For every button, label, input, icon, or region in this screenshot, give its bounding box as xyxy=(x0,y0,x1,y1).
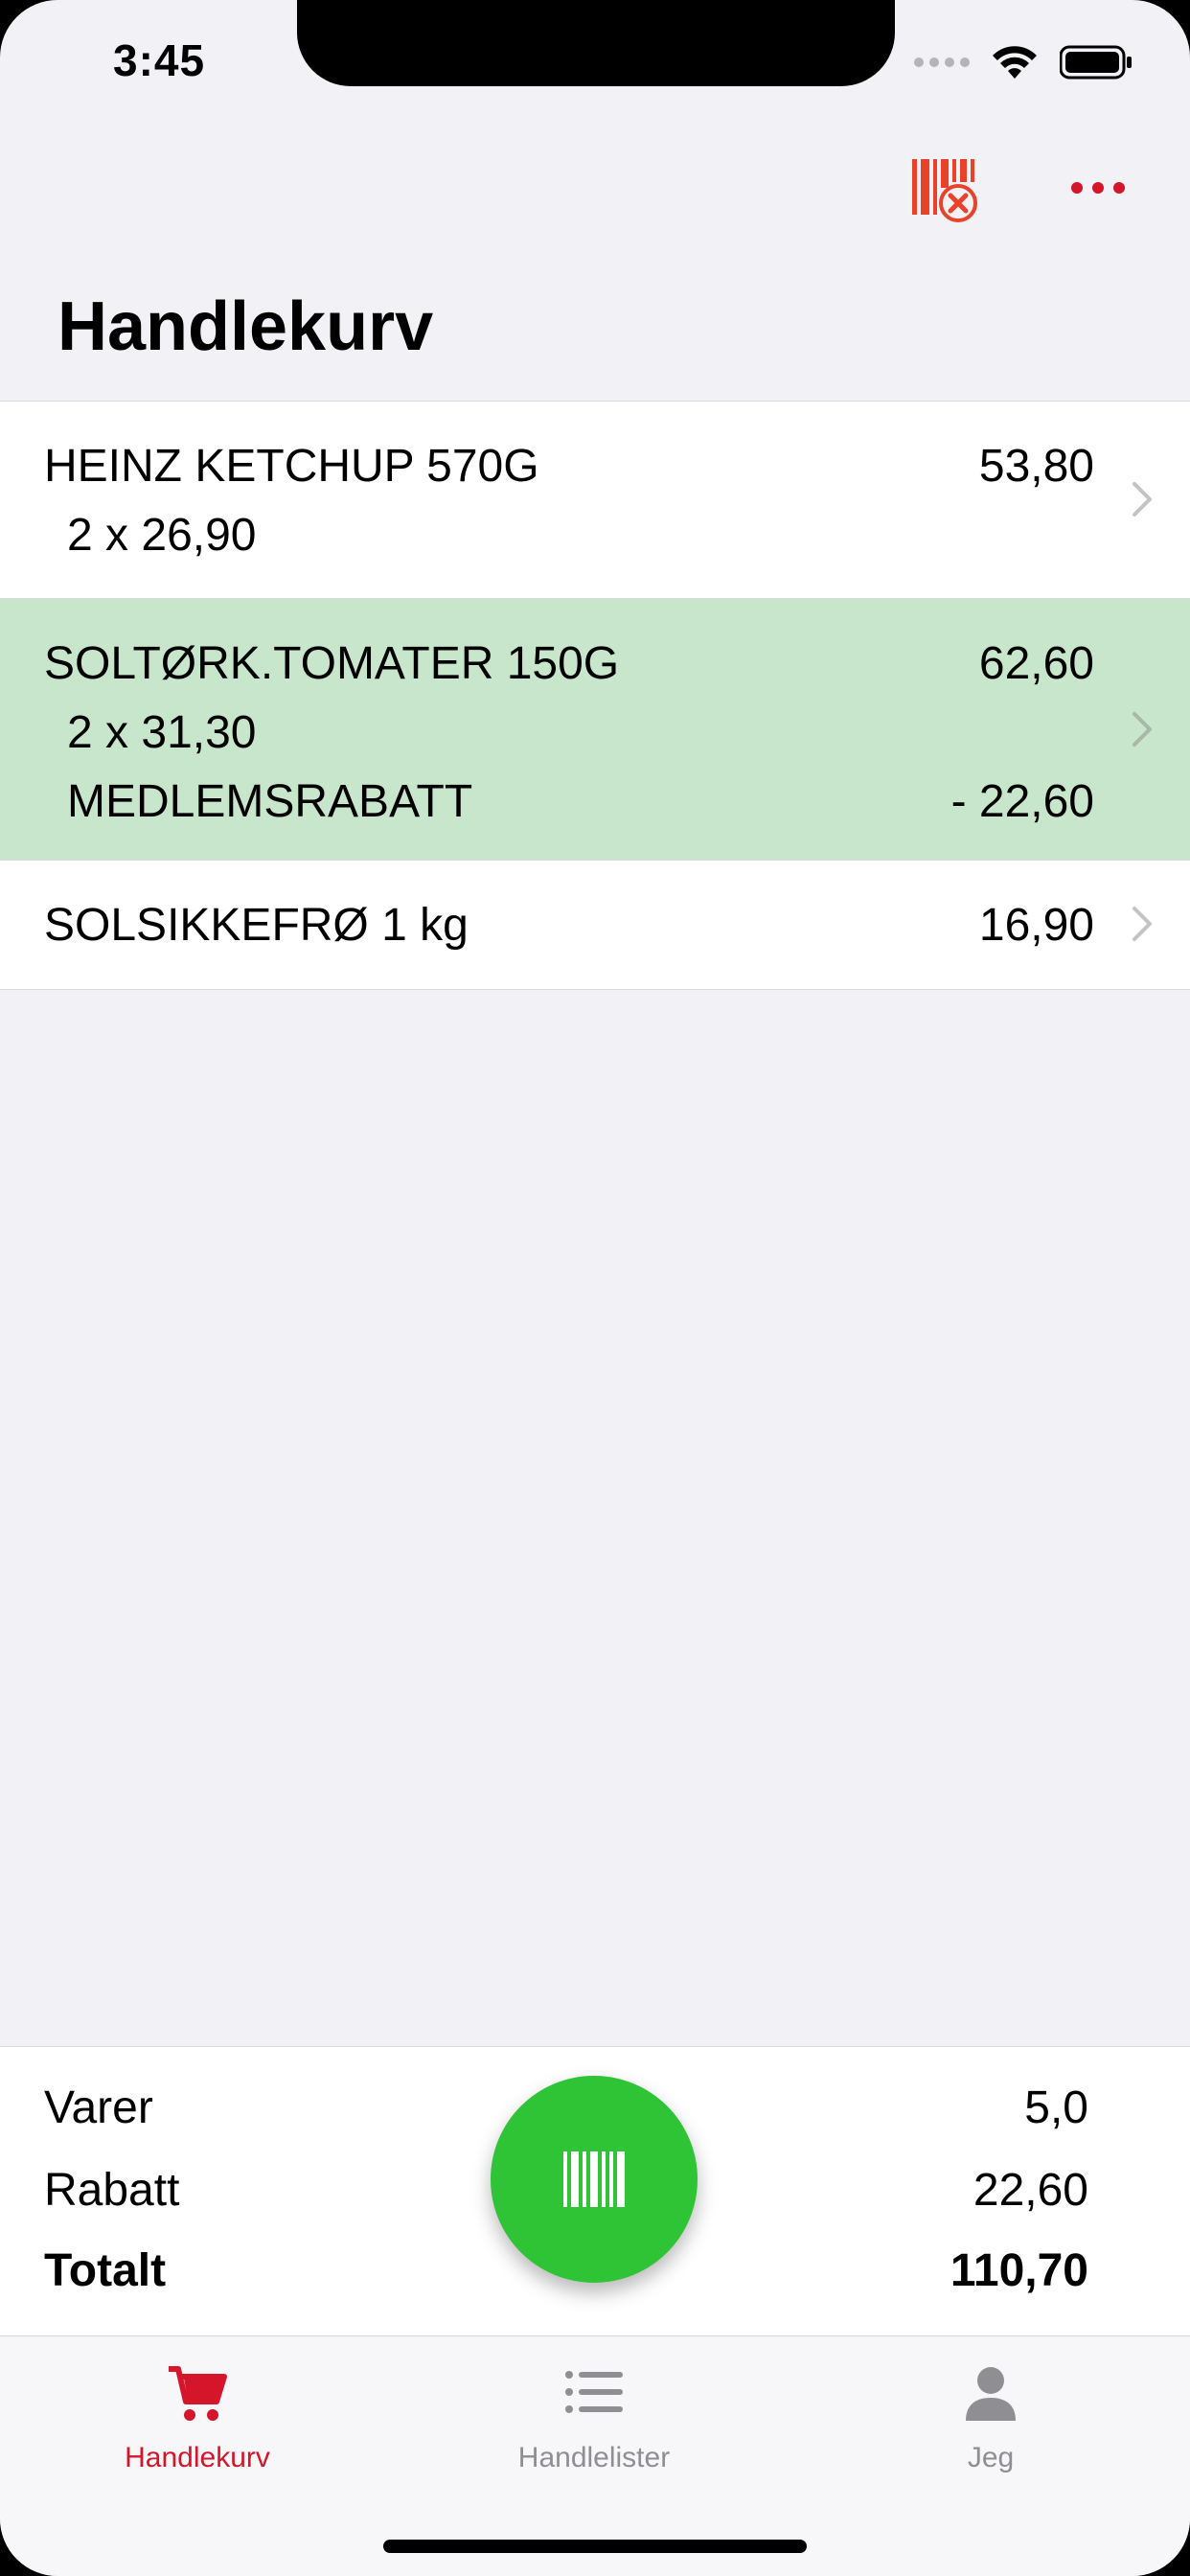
status-time: 3:45 xyxy=(113,35,206,85)
total-label: Totalt xyxy=(44,2245,167,2296)
page-title: Handlekurv xyxy=(57,288,434,365)
app-screen: 3:45 Handlekurv HEINZ KETCHUP 570G 53,80… xyxy=(0,0,1190,2576)
discount-value: 22,60 xyxy=(973,2165,1088,2216)
device-notch xyxy=(297,0,895,86)
item-price: 53,80 xyxy=(978,441,1094,492)
cart-icon xyxy=(169,2366,227,2421)
barcode-icon xyxy=(563,2151,625,2207)
item-price: 62,60 xyxy=(978,638,1094,689)
chevron-right-icon xyxy=(1133,712,1152,747)
cart-item[interactable]: SOLTØRK.TOMATER 150G 62,60 2 x 31,30 MED… xyxy=(0,599,1190,861)
item-name: SOLTØRK.TOMATER 150G xyxy=(44,638,620,689)
cart-item[interactable]: SOLSIKKEFRØ 1 kg 16,90 xyxy=(0,861,1190,989)
battery-icon xyxy=(1060,45,1132,80)
cart-list: HEINZ KETCHUP 570G 53,80 2 x 26,90 SOLTØ… xyxy=(0,401,1190,990)
cart-item[interactable]: HEINZ KETCHUP 570G 53,80 2 x 26,90 xyxy=(0,402,1190,599)
item-quantity: 2 x 31,30 xyxy=(67,707,257,758)
chevron-right-icon xyxy=(1133,907,1152,941)
item-name: HEINZ KETCHUP 570G xyxy=(44,441,539,492)
tab-handlekurv[interactable]: Handlekurv xyxy=(54,2336,341,2480)
list-icon xyxy=(565,2371,623,2413)
scan-button[interactable] xyxy=(491,2076,698,2283)
item-discount-label: MEDLEMSRABATT xyxy=(67,776,473,827)
navigation-bar xyxy=(0,153,1190,230)
tab-label: Handlekurv xyxy=(125,2442,270,2473)
tab-jeg[interactable]: Jeg xyxy=(847,2336,1134,2480)
status-icons xyxy=(914,44,1133,80)
more-icon[interactable] xyxy=(1071,182,1125,194)
item-discount-value: - 22,60 xyxy=(950,776,1094,827)
barcode-remove-icon[interactable] xyxy=(910,155,979,224)
wifi-icon xyxy=(993,46,1037,79)
items-count-value: 5,0 xyxy=(1024,2082,1088,2133)
cellular-signal-icon xyxy=(914,58,970,67)
person-icon xyxy=(966,2367,1016,2421)
tab-label: Jeg xyxy=(967,2442,1015,2473)
tab-label: Handlelister xyxy=(517,2442,671,2473)
chevron-right-icon xyxy=(1133,482,1152,517)
item-quantity: 2 x 26,90 xyxy=(67,510,257,561)
discount-label: Rabatt xyxy=(44,2165,180,2216)
item-price: 16,90 xyxy=(978,900,1094,951)
item-name: SOLSIKKEFRØ 1 kg xyxy=(44,900,469,951)
items-count-label: Varer xyxy=(44,2082,153,2133)
total-value: 110,70 xyxy=(950,2245,1088,2296)
tab-handlelister[interactable]: Handlelister xyxy=(450,2336,738,2480)
home-indicator[interactable] xyxy=(383,2540,807,2553)
